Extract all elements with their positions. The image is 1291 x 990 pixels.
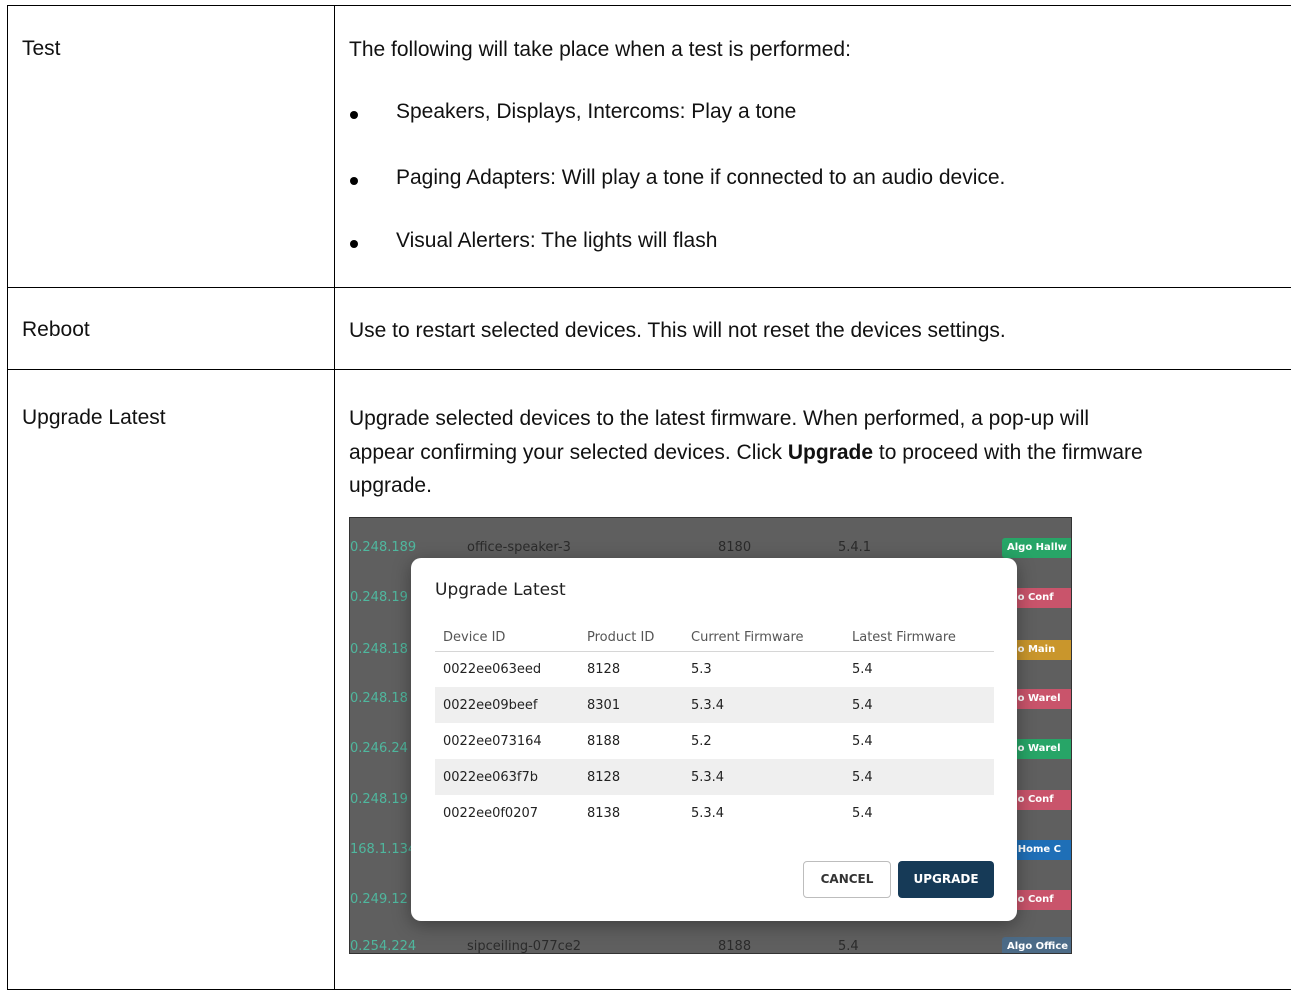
bullet-icon — [350, 177, 358, 185]
bg-ip: 0.249.12 — [350, 892, 408, 907]
bg-ip: 0.254.224 — [350, 939, 416, 954]
upgrade-dialog-screenshot: 0.248.189 office-speaker-3 8180 5.4.1 Al… — [349, 517, 1072, 954]
bg-ip: 0.248.19 — [350, 792, 408, 807]
cancel-button[interactable]: CANCEL — [803, 861, 891, 898]
table-row: 0022ee063f7b 8128 5.3.4 5.4 — [435, 759, 994, 795]
bg-tag: Algo Office — [1002, 937, 1072, 954]
bg-ip: 0.248.18 — [350, 642, 408, 657]
term-reboot: Reboot — [22, 318, 90, 342]
column-header: Current Firmware — [683, 630, 844, 651]
term-upgrade-latest: Upgrade Latest — [22, 406, 166, 430]
upgrade-description-line2: appear confirming your selected devices.… — [349, 436, 1143, 469]
bg-device-name: sipceiling-077ce2 — [467, 939, 581, 954]
bullet-icon — [350, 240, 358, 248]
device-table: Device ID Product ID Current Firmware La… — [435, 630, 994, 831]
bg-device-name: office-speaker-3 — [467, 540, 571, 555]
bg-firmware: 5.4 — [838, 939, 859, 954]
table-header-row: Device ID Product ID Current Firmware La… — [435, 630, 994, 651]
column-header: Product ID — [579, 630, 683, 651]
bg-tag: Algo Hallw — [1002, 538, 1072, 558]
bg-ip: 0.246.24 — [350, 741, 408, 756]
table-row: 0022ee063eed 8128 5.3 5.4 — [435, 651, 994, 687]
bg-ip: 0.248.189 — [350, 540, 416, 555]
upgrade-latest-modal: Upgrade Latest Device ID Product ID Curr… — [411, 558, 1017, 921]
bg-product-id: 8188 — [718, 939, 751, 954]
table-row: 0022ee0f0207 8138 5.3.4 5.4 — [435, 795, 994, 831]
column-header: Latest Firmware — [844, 630, 994, 651]
upgrade-description-line3: upgrade. — [349, 469, 432, 502]
bullet-icon — [350, 111, 358, 119]
test-intro: The following will take place when a tes… — [349, 33, 851, 66]
table-row: 0022ee09beef 8301 5.3.4 5.4 — [435, 687, 994, 723]
bg-ip: 0.248.19 — [350, 590, 408, 605]
upgrade-description-line1: Upgrade selected devices to the latest f… — [349, 402, 1089, 435]
upgrade-button[interactable]: UPGRADE — [898, 861, 994, 898]
bg-product-id: 8180 — [718, 540, 751, 555]
bg-ip: 168.1.134 — [350, 842, 416, 857]
upgrade-emphasis: Upgrade — [788, 441, 873, 464]
column-header: Device ID — [435, 630, 579, 651]
bg-ip: 0.248.18 — [350, 691, 408, 706]
modal-title: Upgrade Latest — [435, 580, 566, 600]
term-test: Test — [22, 37, 61, 61]
table-row: 0022ee073164 8188 5.2 5.4 — [435, 723, 994, 759]
bg-firmware: 5.4.1 — [838, 540, 871, 555]
reboot-description: Use to restart selected devices. This wi… — [349, 314, 1006, 347]
